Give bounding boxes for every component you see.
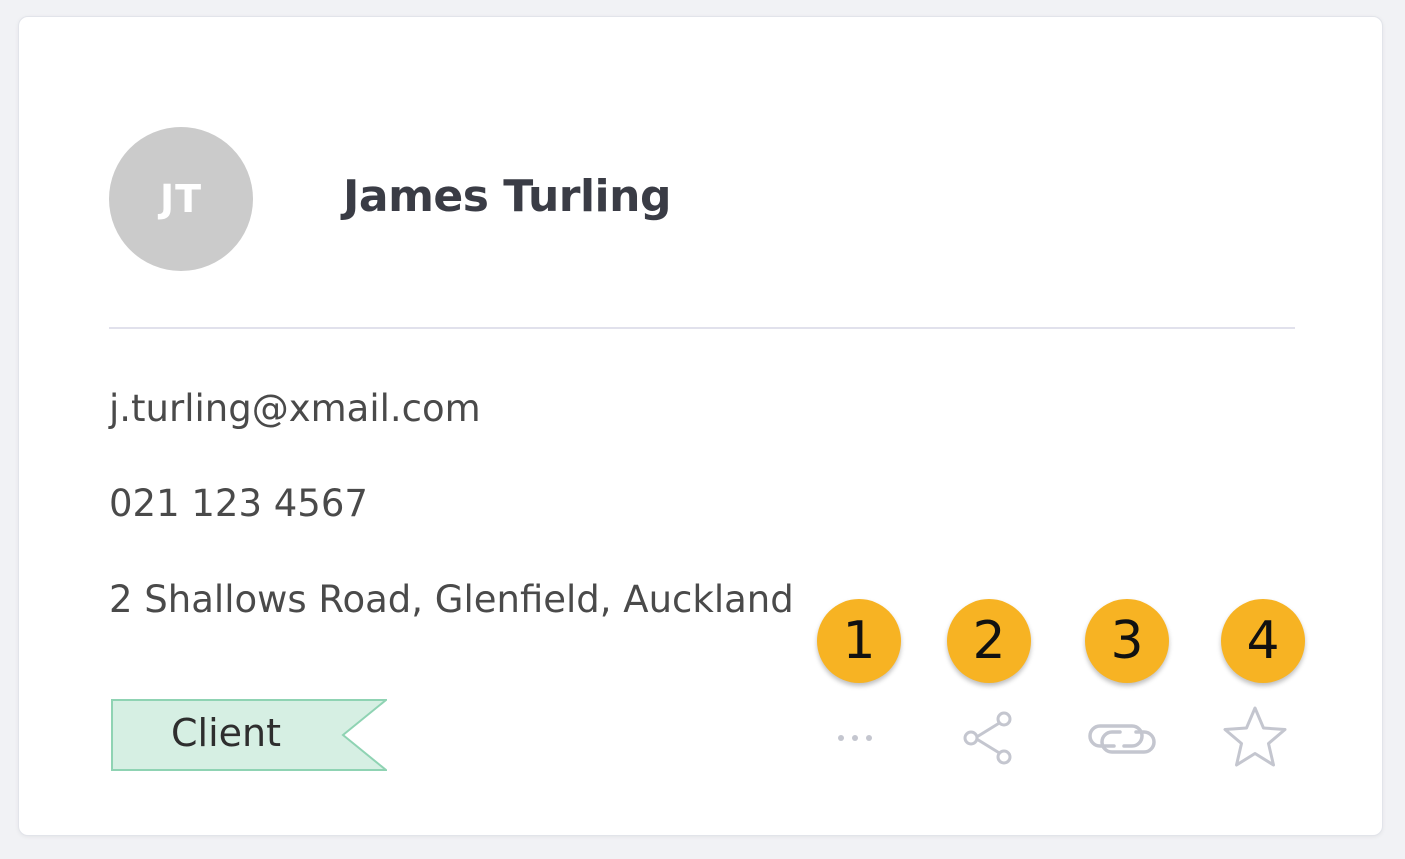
avatar-initials: JT: [159, 177, 203, 221]
contact-phone: 021 123 4567: [109, 482, 368, 525]
tag-label: Client: [171, 711, 282, 755]
callout-badge-4: 4: [1221, 599, 1305, 683]
contact-address: 2 Shallows Road, Glenfield, Auckland: [109, 578, 794, 621]
contact-name: James Turling: [343, 171, 671, 222]
link-button[interactable]: [1082, 701, 1162, 775]
contact-email: j.turling@xmail.com: [109, 387, 481, 430]
avatar: JT: [109, 127, 253, 271]
share-button[interactable]: [949, 701, 1029, 775]
client-tag: Client: [111, 699, 387, 771]
share-icon: [963, 711, 1012, 765]
more-options-button[interactable]: [815, 701, 895, 775]
callout-badge-1: 1: [817, 599, 901, 683]
contact-card: JT James Turling j.turling@xmail.com 021…: [18, 16, 1383, 836]
star-icon: [1223, 706, 1287, 767]
callout-badge-2: 2: [947, 599, 1031, 683]
favourite-button[interactable]: [1215, 701, 1295, 775]
divider: [109, 327, 1295, 329]
link-icon: [1088, 724, 1156, 754]
callout-badge-3: 3: [1085, 599, 1169, 683]
ellipsis-icon: [838, 735, 872, 741]
